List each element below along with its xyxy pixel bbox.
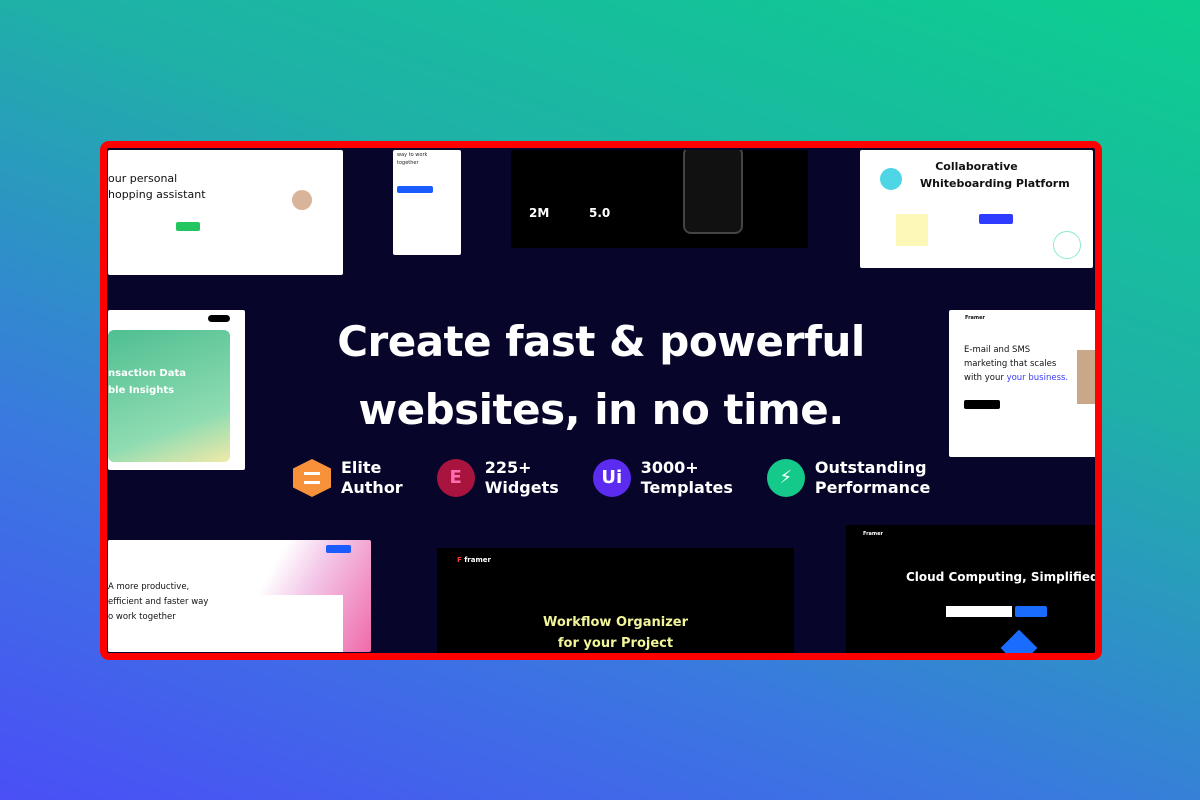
thumb-title: A more productive,	[108, 582, 190, 592]
feature-label: 3000+	[640, 458, 699, 477]
thumbnail-productive: A more productive, efficient and faster …	[108, 540, 371, 652]
banner-frame: our personal hopping assistant way to wo…	[100, 141, 1102, 660]
cta-button	[1015, 606, 1047, 617]
thumbnail-workflow-organizer: F framer Workflow Organizer for your Pro…	[437, 548, 794, 653]
thumb-title: for your Project	[557, 636, 674, 651]
brand-logo: Framer	[863, 531, 884, 537]
circle-shape	[1053, 231, 1081, 259]
thumb-title: hopping assistant	[108, 188, 206, 201]
thumb-title: our personal	[108, 172, 178, 185]
thumb-title: Workflow Organizer	[542, 615, 688, 630]
thumbnail-work-together: way to work together	[393, 150, 461, 255]
thumbnail-whiteboard: Collaborative Whiteboarding Platform	[860, 150, 1093, 268]
thumb-title: together	[397, 160, 419, 166]
stat: 5.0	[589, 206, 611, 220]
feature-label: Performance	[814, 478, 931, 497]
feature-label: Author	[341, 478, 403, 497]
email-input	[946, 606, 1012, 617]
feature-templates: Ui 3000+ Templates	[592, 458, 733, 498]
thumbnail-cloud-computing: Framer Cloud Computing, Simplified	[846, 525, 1099, 653]
cloud-graphic	[1000, 629, 1038, 653]
brand-logo: framer	[464, 556, 491, 564]
avatar	[292, 190, 312, 210]
feature-label: Templates	[640, 478, 733, 497]
feature-label: Elite	[341, 458, 382, 477]
avatar	[880, 168, 902, 190]
thumbnail-shopping-assistant: our personal hopping assistant	[108, 150, 343, 275]
feature-elite-author: Elite Author	[293, 458, 403, 498]
thumb-title: Whiteboarding Platform	[920, 177, 1070, 190]
lightning-icon: ⚡	[766, 459, 805, 497]
headline-line: Create fast & powerful	[337, 317, 865, 366]
cta-button	[326, 545, 351, 553]
feature-performance: ⚡ Outstanding Performance	[766, 458, 931, 498]
feature-widgets: E 225+ Widgets	[436, 458, 559, 498]
headline: Create fast & powerful websites, in no t…	[107, 308, 1095, 444]
sticky-note	[896, 214, 928, 246]
feature-label: 225+	[484, 458, 532, 477]
feature-label: Widgets	[484, 478, 559, 497]
thumb-title: o work together	[108, 612, 176, 622]
thumb-title: way to work	[397, 152, 428, 158]
cta-button	[979, 214, 1013, 224]
cta-button	[397, 186, 433, 193]
feature-label: Outstanding	[814, 458, 927, 477]
thumb-title: Cloud Computing, Simplified	[906, 570, 1099, 584]
cta-button	[176, 222, 200, 231]
phone-image	[683, 150, 743, 234]
elite-author-badge-icon	[293, 459, 331, 497]
chart-panel	[258, 595, 343, 652]
stat: 2M	[529, 206, 550, 220]
thumb-title: efficient and faster way	[108, 597, 209, 607]
ui-icon: Ui	[592, 459, 631, 497]
headline-line: websites, in no time.	[358, 385, 844, 434]
feature-list: Elite Author E 225+ Widgets Ui 3000+ Templa…	[293, 458, 930, 498]
thumbnail-mobile-app: 2M 5.0	[511, 150, 808, 248]
elementor-icon: E	[436, 459, 475, 497]
